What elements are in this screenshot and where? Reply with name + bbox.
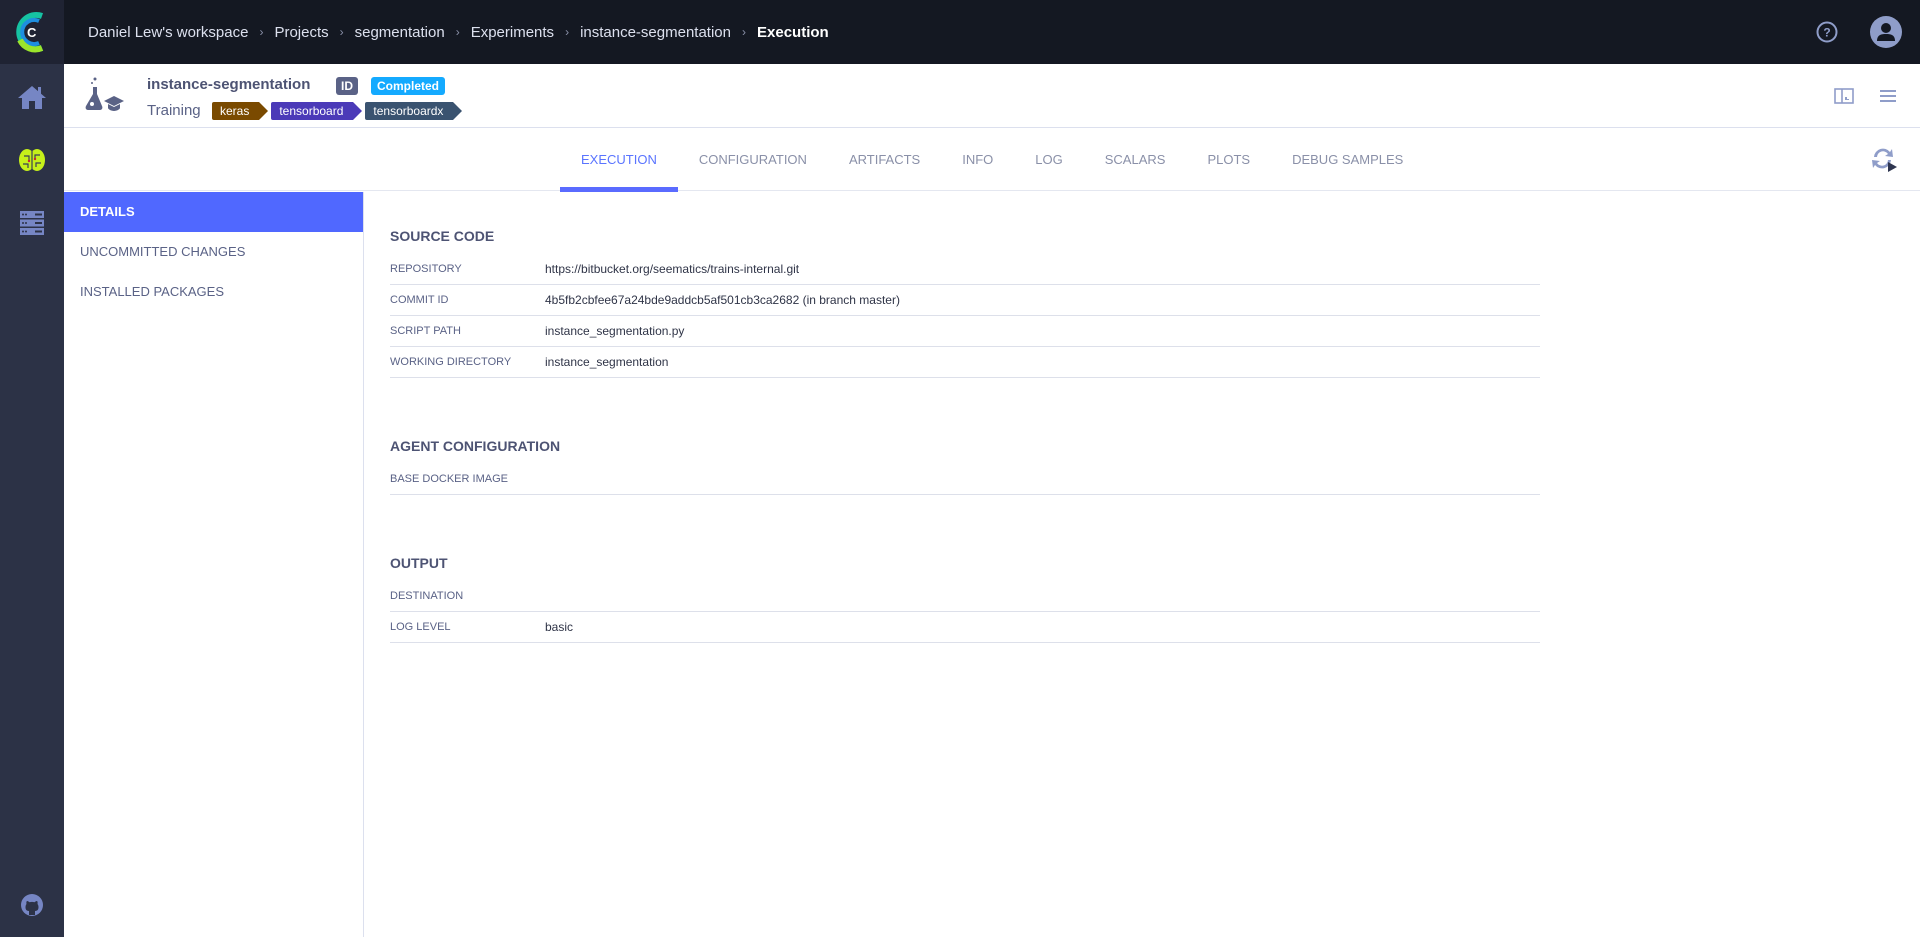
header-actions <box>1832 64 1920 128</box>
source-code-section: SOURCE CODE REPOSITORY https://bitbucket… <box>390 226 1540 378</box>
chevron-right-icon: › <box>339 25 344 39</box>
breadcrumb: Daniel Lew's workspace › Projects › segm… <box>88 24 829 41</box>
repository-value: https://bitbucket.org/seematics/trains-i… <box>545 262 800 276</box>
field-label: LOG LEVEL <box>390 621 451 633</box>
breadcrumb-workspace[interactable]: Daniel Lew's workspace <box>88 24 248 41</box>
field-label: BASE DOCKER IMAGE <box>390 473 508 485</box>
chevron-right-icon: › <box>565 25 570 39</box>
status-badge: Completed <box>371 77 446 95</box>
nav-home[interactable] <box>16 81 48 113</box>
breadcrumb-experiments[interactable]: Experiments <box>471 24 554 41</box>
breadcrumb-current-page: Execution <box>757 23 829 41</box>
side-item-details[interactable]: DETAILS <box>64 192 363 232</box>
output-section: OUTPUT DESTINATION LOG LEVEL basic <box>390 553 1540 643</box>
section-title: OUTPUT <box>390 555 448 571</box>
breadcrumb-projects[interactable]: Projects <box>274 24 328 41</box>
section-title: SOURCE CODE <box>390 228 495 244</box>
tab-scalars[interactable]: SCALARS <box>1084 129 1187 191</box>
field-label: COMMIT ID <box>390 294 449 306</box>
field-label: DESTINATION <box>390 590 464 602</box>
script-path-row: SCRIPT PATH instance_segmentation.py <box>390 316 1540 347</box>
experiment-name[interactable]: instance-segmentation <box>147 76 310 93</box>
tag-tensorboard[interactable]: tensorboard <box>271 102 363 120</box>
script-path-value: instance_segmentation.py <box>545 324 685 338</box>
github-link[interactable] <box>16 889 48 921</box>
experiment-header: instance-segmentation ID Completed Train… <box>64 64 1920 128</box>
user-avatar[interactable] <box>1870 16 1902 48</box>
nav-workers-queues[interactable] <box>16 207 48 239</box>
chevron-right-icon: › <box>455 25 460 39</box>
user-icon <box>1877 23 1895 41</box>
toggle-view-button[interactable] <box>1832 84 1856 108</box>
svg-text:?: ? <box>1823 26 1830 40</box>
split-view-icon <box>1834 88 1854 104</box>
side-item-installed-packages[interactable]: INSTALLED PACKAGES <box>64 272 363 312</box>
tab-plots[interactable]: PLOTS <box>1186 129 1271 191</box>
tab-artifacts[interactable]: ARTIFACTS <box>828 129 941 191</box>
help-icon[interactable]: ? <box>1816 21 1838 43</box>
base-docker-image-row: BASE DOCKER IMAGE <box>390 464 1540 495</box>
top-bar-actions: ? <box>1816 0 1920 64</box>
tab-info[interactable]: INFO <box>941 129 1014 191</box>
server-stack-icon <box>20 211 44 235</box>
experiment-type: Training <box>147 102 201 119</box>
breadcrumb-experiment[interactable]: instance-segmentation <box>580 24 731 41</box>
commit-id-value: 4b5fb2cbfee67a24bde9addcb5af501cb3ca2682… <box>545 293 900 307</box>
tag-tensorboardx[interactable]: tensorboardx <box>365 102 463 120</box>
copy-id-button[interactable]: ID <box>336 77 358 95</box>
experiment-tabs: EXECUTION CONFIGURATION ARTIFACTS INFO L… <box>64 129 1920 192</box>
repository-row: REPOSITORY https://bitbucket.org/seemati… <box>390 254 1540 285</box>
working-directory-row: WORKING DIRECTORY instance_segmentation <box>390 347 1540 378</box>
destination-row: DESTINATION <box>390 581 1540 612</box>
chevron-right-icon: › <box>259 25 264 39</box>
commit-id-row: COMMIT ID 4b5fb2cbfee67a24bde9addcb5af50… <box>390 285 1540 316</box>
log-level-row: LOG LEVEL basic <box>390 612 1540 643</box>
tag-keras[interactable]: keras <box>212 102 269 120</box>
top-bar: Daniel Lew's workspace › Projects › segm… <box>64 0 1920 64</box>
field-label: SCRIPT PATH <box>390 325 461 337</box>
logo-icon: C <box>16 12 44 53</box>
agent-configuration-section: AGENT CONFIGURATION BASE DOCKER IMAGE <box>390 436 1540 495</box>
execution-side-menu: DETAILS UNCOMMITTED CHANGES INSTALLED PA… <box>64 192 364 937</box>
chevron-right-icon: › <box>742 25 746 39</box>
svg-text:C: C <box>27 25 37 40</box>
hamburger-menu-icon <box>1880 90 1896 102</box>
tab-debug-samples[interactable]: DEBUG SAMPLES <box>1271 129 1424 191</box>
section-title: AGENT CONFIGURATION <box>390 438 561 454</box>
side-item-uncommitted-changes[interactable]: UNCOMMITTED CHANGES <box>64 232 363 272</box>
tab-log[interactable]: LOG <box>1014 129 1083 191</box>
left-nav-rail: C <box>0 0 64 937</box>
tab-configuration[interactable]: CONFIGURATION <box>678 129 828 191</box>
tag-list: keras tensorboard tensorboardx <box>212 102 465 120</box>
field-label: REPOSITORY <box>390 263 462 275</box>
working-directory-value: instance_segmentation <box>545 355 669 369</box>
github-icon <box>21 894 43 916</box>
tab-execution[interactable]: EXECUTION <box>560 129 678 192</box>
breadcrumb-project[interactable]: segmentation <box>355 24 445 41</box>
training-experiment-icon <box>85 77 124 111</box>
home-icon <box>18 86 46 109</box>
refresh-icon[interactable] <box>1870 146 1898 172</box>
field-label: WORKING DIRECTORY <box>390 356 512 368</box>
execution-details: SOURCE CODE REPOSITORY https://bitbucket… <box>390 192 1540 643</box>
menu-button[interactable] <box>1876 84 1900 108</box>
clearml-logo[interactable]: C <box>0 0 64 64</box>
log-level-value: basic <box>545 620 574 634</box>
nav-experiments[interactable] <box>16 144 48 176</box>
brain-icon <box>19 149 45 171</box>
